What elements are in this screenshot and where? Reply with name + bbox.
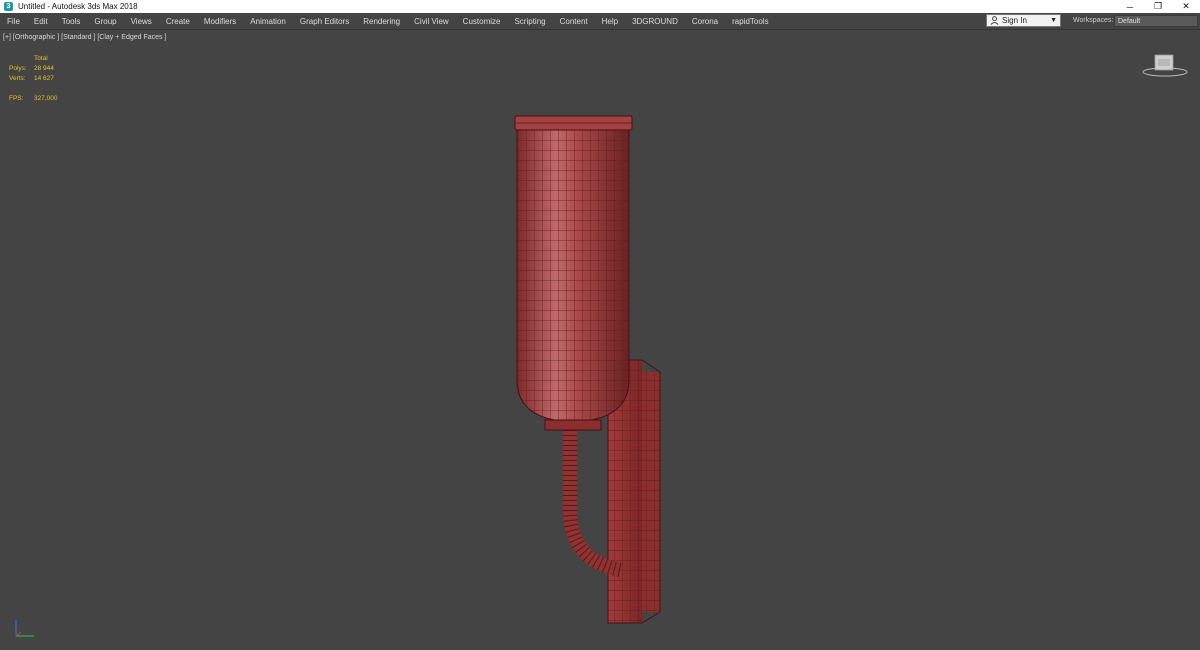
workspaces-select[interactable]: Default: [1114, 15, 1198, 27]
menu-content[interactable]: Content: [553, 17, 595, 26]
shade: [514, 115, 633, 431]
menu-animation[interactable]: Animation: [243, 17, 293, 26]
verts-label: Verts:: [9, 75, 26, 82]
menu-rapidtools[interactable]: rapidTools: [725, 17, 775, 26]
sign-in-dropdown[interactable]: Sign In ▼: [986, 14, 1061, 27]
menu-3dground[interactable]: 3DGROUND: [625, 17, 685, 26]
window-controls: ─ ❐ ✕: [1116, 0, 1200, 13]
app-icon: 3: [4, 2, 13, 11]
menu-modifiers[interactable]: Modifiers: [197, 17, 243, 26]
polys-value: 28 944: [34, 65, 54, 72]
polys-label: Polys:: [9, 65, 27, 72]
menu-civil-view[interactable]: Civil View: [407, 17, 456, 26]
menu-edit[interactable]: Edit: [27, 17, 55, 26]
menu-customize[interactable]: Customize: [456, 17, 508, 26]
user-icon: [990, 16, 999, 25]
menu-views[interactable]: Views: [124, 17, 159, 26]
minimize-button[interactable]: ─: [1116, 0, 1144, 13]
viewcube-icon[interactable]: [1140, 50, 1190, 80]
statistics-overlay: Total Polys: 28 944 Verts: 14 627 FPS: 327,…: [9, 54, 58, 104]
workspaces-label: Workspaces:: [1073, 17, 1114, 24]
stats-header: Total: [34, 55, 48, 62]
menu-help[interactable]: Help: [595, 17, 625, 26]
viewport-orthographic[interactable]: [+] [Orthographic ] [Standard ] [Clay + …: [0, 30, 1200, 649]
menu-graph-editors[interactable]: Graph Editors: [293, 17, 356, 26]
menu-file[interactable]: File: [0, 17, 27, 26]
title-bar: 3 Untitled - Autodesk 3ds Max 2018 ─ ❐ ✕: [0, 0, 1200, 13]
verts-value: 14 627: [34, 75, 54, 82]
menu-corona[interactable]: Corona: [685, 17, 725, 26]
window-title: Untitled - Autodesk 3ds Max 2018: [18, 2, 138, 11]
menu-group[interactable]: Group: [87, 17, 123, 26]
menu-rendering[interactable]: Rendering: [356, 17, 407, 26]
axis-tripod-icon: [15, 620, 34, 637]
fps-value: 327,000: [34, 95, 58, 102]
viewport-label-menu[interactable]: [+] [Orthographic ] [Standard ] [Clay + …: [3, 34, 166, 41]
menu-create[interactable]: Create: [159, 17, 197, 26]
wall-sconce-model[interactable]: [470, 80, 690, 650]
restore-button[interactable]: ❐: [1144, 0, 1172, 13]
sign-in-label: Sign In: [1002, 16, 1027, 25]
chevron-down-icon: ▼: [1050, 17, 1057, 24]
menu-tools[interactable]: Tools: [55, 17, 88, 26]
fps-label: FPS:: [9, 95, 24, 102]
menu-scripting[interactable]: Scripting: [507, 17, 552, 26]
close-button[interactable]: ✕: [1172, 0, 1200, 13]
